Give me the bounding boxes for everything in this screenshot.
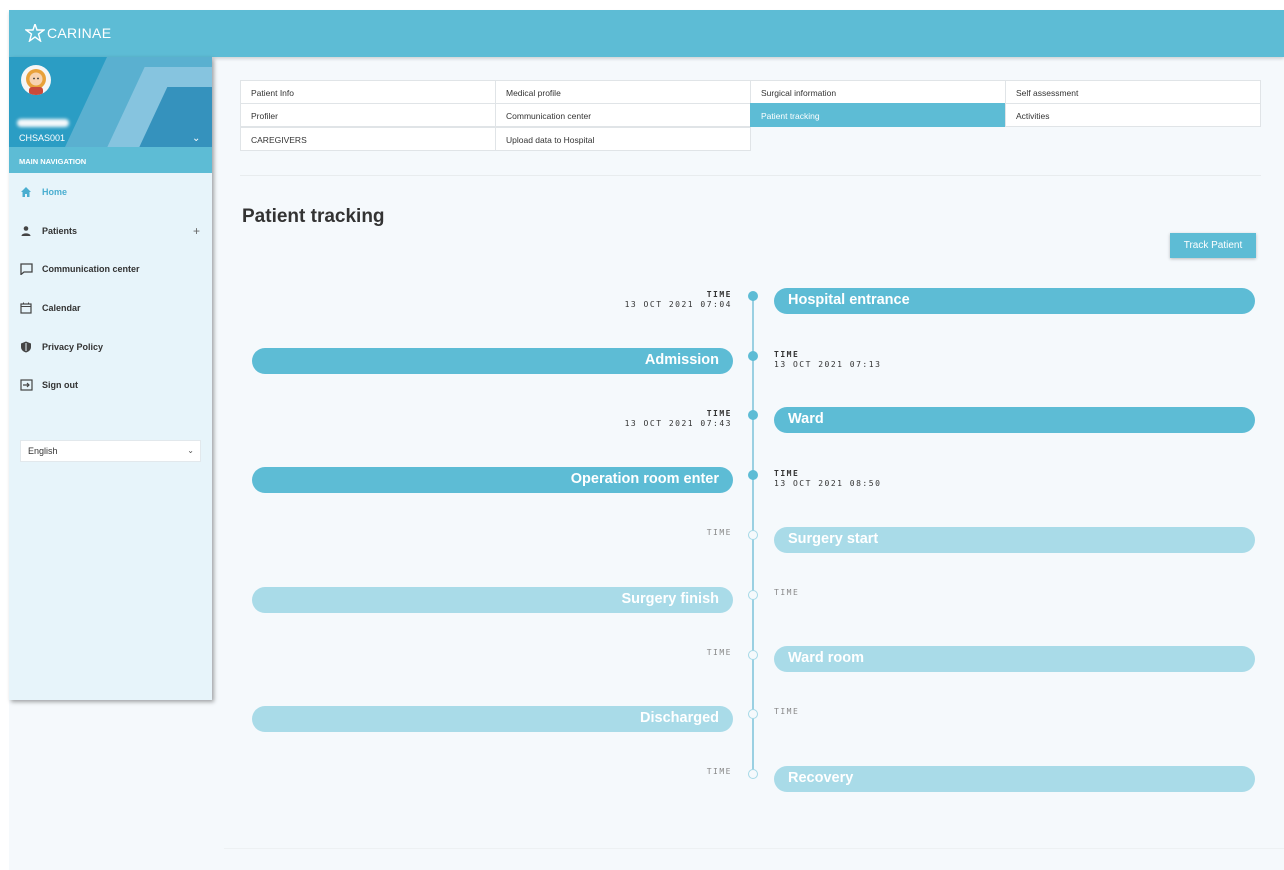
timeline-dot-recovery — [748, 769, 758, 779]
timeline-step-surgery-finish: Surgery finish — [252, 587, 733, 613]
timeline-step-operation-room-enter: Operation room enter — [252, 467, 733, 493]
timeline-step-surgery-start: Surgery start — [774, 527, 1255, 553]
app-window: CARINAE CHSAS001 ⌄ MAIN NAVIGATION Home … — [9, 10, 1284, 870]
timeline-step-discharged: Discharged — [252, 706, 733, 732]
timeline-time-discharged: TIME — [774, 707, 800, 716]
sidebar-item-label: Calendar — [42, 303, 81, 314]
tab-upload-data-to-hospital[interactable]: Upload data to Hospital — [495, 127, 751, 151]
timeline-time-operation-room-enter: TIME 13 OCT 2021 08:50 — [774, 469, 882, 488]
timeline-time-hospital-entrance: TIME 13 OCT 2021 07:04 — [624, 290, 732, 309]
sidebar-item-label: Sign out — [42, 380, 78, 391]
sidebar-item-sign-out[interactable]: Sign out — [9, 366, 212, 405]
timeline-step-hospital-entrance: Hospital entrance — [774, 288, 1255, 314]
person-icon — [19, 224, 33, 238]
timeline-time-surgery-start: TIME — [706, 528, 732, 537]
expand-plus-icon[interactable]: + — [193, 224, 200, 238]
tab-surgical-information[interactable]: Surgical information — [750, 80, 1006, 104]
timeline-dot-ward — [748, 410, 758, 420]
timeline-time-admission: TIME 13 OCT 2021 07:13 — [774, 350, 882, 369]
main-navigation-title: MAIN NAVIGATION — [9, 147, 212, 173]
timeline-step-recovery: Recovery — [774, 766, 1255, 792]
tab-patient-info[interactable]: Patient Info — [240, 80, 496, 104]
tab-activities[interactable]: Activities — [1005, 103, 1261, 127]
timeline-dot-operation-room-enter — [748, 470, 758, 480]
timeline-time-ward: TIME 13 OCT 2021 07:43 — [624, 409, 732, 428]
tab-patient-tracking[interactable]: Patient tracking — [750, 103, 1006, 127]
timeline-dot-ward-room — [748, 650, 758, 660]
timeline-time-ward-room: TIME — [706, 648, 732, 657]
tab-medical-profile[interactable]: Medical profile — [495, 80, 751, 104]
username-redacted — [17, 119, 69, 127]
user-id: CHSAS001 — [19, 133, 66, 143]
avatar[interactable] — [21, 65, 51, 95]
star-logo-icon — [25, 24, 45, 42]
brand-logo[interactable]: CARINAE — [25, 24, 111, 42]
tab-profiler[interactable]: Profiler — [240, 103, 496, 127]
user-profile-panel: CHSAS001 ⌄ — [9, 57, 212, 147]
sign-out-icon — [19, 378, 33, 392]
sidebar-item-privacy-policy[interactable]: Privacy Policy — [9, 327, 212, 366]
chevron-down-icon: ⌄ — [187, 446, 194, 455]
footer-divider — [224, 848, 1284, 849]
language-value: English — [28, 446, 58, 456]
sidebar-item-label: Privacy Policy — [42, 341, 104, 352]
language-select[interactable]: English ⌄ — [20, 440, 201, 462]
track-patient-button[interactable]: Track Patient — [1170, 233, 1256, 258]
chevron-down-icon[interactable]: ⌄ — [192, 133, 200, 144]
top-bar: CARINAE — [9, 10, 1284, 57]
tab-caregivers[interactable]: CAREGIVERS — [240, 127, 496, 151]
sidebar-item-patients[interactable]: Patients + — [9, 212, 212, 251]
calendar-icon — [19, 301, 33, 315]
timeline-time-surgery-finish: TIME — [774, 588, 800, 597]
sidebar-item-home[interactable]: Home — [9, 173, 212, 212]
timeline-time-recovery: TIME — [706, 767, 732, 776]
shield-icon — [19, 340, 33, 354]
sidebar-item-calendar[interactable]: Calendar — [9, 289, 212, 328]
sidebar: CHSAS001 ⌄ MAIN NAVIGATION Home Patients… — [9, 57, 212, 700]
timeline-step-ward-room: Ward room — [774, 646, 1255, 672]
sidebar-item-label: Home — [42, 187, 68, 198]
sidebar-item-label: Communication center — [42, 264, 140, 275]
tab-communication-center[interactable]: Communication center — [495, 103, 751, 127]
sidebar-item-label: Patients — [42, 225, 78, 236]
timeline-dot-surgery-start — [748, 530, 758, 540]
timeline-step-ward: Ward — [774, 407, 1255, 433]
brand-name: CARINAE — [47, 25, 112, 41]
tab-self-assessment[interactable]: Self assessment — [1005, 80, 1261, 104]
timeline-dot-hospital-entrance — [748, 291, 758, 301]
timeline-dot-surgery-finish — [748, 590, 758, 600]
sidebar-item-communication-center[interactable]: Communication center — [9, 250, 212, 289]
divider — [240, 175, 1261, 176]
page-title: Patient tracking — [242, 206, 385, 227]
timeline-dot-admission — [748, 351, 758, 361]
timeline-dot-discharged — [748, 709, 758, 719]
home-icon — [19, 185, 33, 199]
chat-icon — [19, 262, 33, 276]
timeline-step-admission: Admission — [252, 348, 733, 374]
